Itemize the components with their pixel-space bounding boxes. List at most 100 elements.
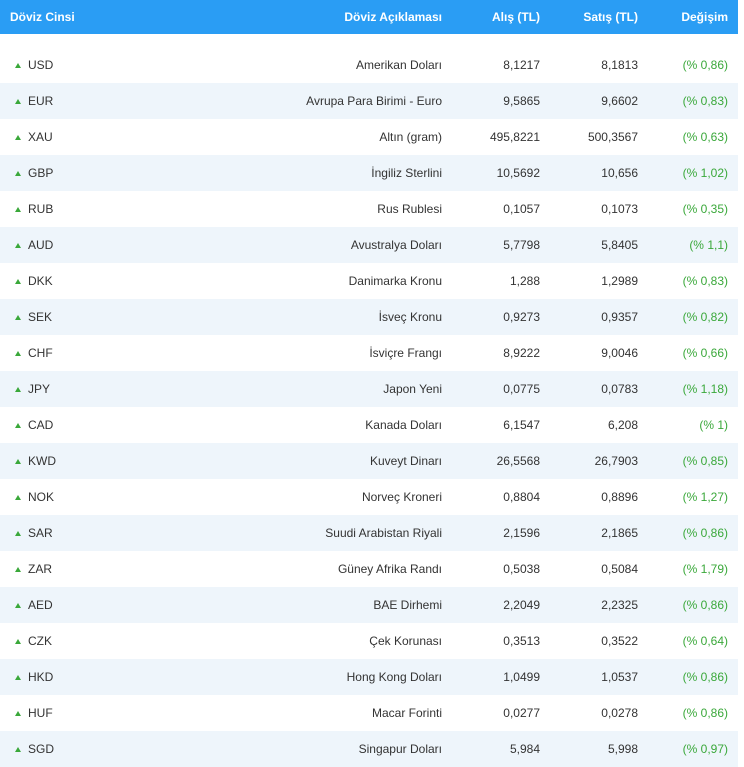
currency-code-cell: HUF (0, 706, 140, 720)
column-header-code[interactable]: Döviz Cinsi (0, 10, 140, 24)
table-row[interactable]: HKD Hong Kong Doları 1,0499 1,0537 (% 0,86) (0, 659, 738, 695)
column-header-change[interactable]: Değişim (638, 10, 728, 24)
up-arrow-icon (15, 62, 21, 68)
column-header-buy[interactable]: Alış (TL) (442, 10, 540, 24)
currency-description: Hong Kong Doları (346, 670, 442, 684)
table-row[interactable]: DKK Danimarka Kronu 1,288 1,2989 (% 0,83) (0, 263, 738, 299)
currency-code: USD (28, 58, 54, 72)
currency-code: DKK (28, 274, 53, 288)
table-row[interactable]: EUR Avrupa Para Birimi - Euro 9,5865 9,6602… (0, 83, 738, 119)
buy-price: 0,3513 (503, 634, 540, 648)
buy-price: 10,5692 (496, 166, 540, 180)
table-row[interactable]: HUF Macar Forinti 0,0277 0,0278 (% 0,86) (0, 695, 738, 731)
up-arrow-icon (15, 530, 21, 536)
currency-description: Japon Yeni (383, 382, 442, 396)
sell-price: 9,6602 (601, 94, 638, 108)
currency-code-cell: USD (0, 58, 140, 72)
table-row[interactable]: KWD Kuveyt Dinarı 26,5568 26,7903 (% 0,85) (0, 443, 738, 479)
buy-price: 26,5568 (496, 454, 540, 468)
buy-price: 0,1057 (503, 202, 540, 216)
currency-description: Singapur Doları (358, 742, 442, 756)
currency-description: İngiliz Sterlini (371, 166, 442, 180)
buy-price: 0,9273 (503, 310, 540, 324)
sell-price: 0,1073 (601, 202, 638, 216)
currency-code: SAR (28, 526, 53, 540)
up-arrow-icon (15, 494, 21, 500)
sell-price: 5,8405 (601, 238, 638, 252)
currency-code: CZK (28, 634, 52, 648)
table-row[interactable]: SEK İsveç Kronu 0,9273 0,9357 (% 0,82) (0, 299, 738, 335)
currency-description: Avrupa Para Birimi - Euro (306, 94, 442, 108)
currency-code: SGD (28, 742, 55, 756)
buy-price: 0,5038 (503, 562, 540, 576)
currency-code: NOK (28, 490, 55, 504)
up-arrow-icon (15, 674, 21, 680)
currency-code-cell: EUR (0, 94, 140, 108)
table-row[interactable]: CZK Çek Korunası 0,3513 0,3522 (% 0,64) (0, 623, 738, 659)
column-header-sell[interactable]: Satış (TL) (540, 10, 638, 24)
currency-code-cell: NOK (0, 490, 140, 504)
header-spacer (0, 34, 738, 47)
currency-description: Kanada Doları (365, 418, 442, 432)
buy-price: 9,5865 (503, 94, 540, 108)
buy-price: 1,0499 (503, 670, 540, 684)
currency-code: HUF (28, 706, 53, 720)
currency-code-cell: SGD (0, 742, 140, 756)
buy-price: 495,8221 (489, 130, 540, 144)
currency-description: Norveç Kroneri (361, 490, 442, 504)
up-arrow-icon (15, 566, 21, 572)
table-row[interactable]: NOK Norveç Kroneri 0,8804 0,8896 (% 1,27) (0, 479, 738, 515)
change-percent: (% 0,86) (682, 670, 728, 684)
table-row[interactable]: SAR Suudi Arabistan Riyali 2,1596 2,1865 (% … (0, 515, 738, 551)
currency-code: JPY (28, 382, 51, 396)
table-row[interactable]: CHF İsviçre Frangı 8,9222 9,0046 (% 0,66) (0, 335, 738, 371)
table-row[interactable]: CAD Kanada Doları 6,1547 6,208 (% 1) (0, 407, 738, 443)
table-row[interactable]: XAU Altın (gram) 495,8221 500,3567 (% 0,63) (0, 119, 738, 155)
sell-price: 2,2325 (601, 598, 638, 612)
buy-price: 8,1217 (503, 58, 540, 72)
up-arrow-icon (15, 422, 21, 428)
table-row[interactable]: RUB Rus Rublesi 0,1057 0,1073 (% 0,35) (0, 191, 738, 227)
up-arrow-icon (15, 170, 21, 176)
table-header: Döviz Cinsi Döviz Açıklaması Alış (TL) S… (0, 0, 738, 34)
change-percent: (% 0,86) (682, 526, 728, 540)
table-row[interactable]: AED BAE Dirhemi 2,2049 2,2325 (% 0,86) (0, 587, 738, 623)
currency-description: Güney Afrika Randı (337, 562, 442, 576)
up-arrow-icon (15, 278, 21, 284)
change-percent: (% 0,82) (682, 310, 728, 324)
change-percent: (% 0,97) (682, 742, 728, 756)
currency-code: AED (28, 598, 53, 612)
table-row[interactable]: AUD Avustralya Doları 5,7798 5,8405 (% 1,1) (0, 227, 738, 263)
up-arrow-icon (15, 350, 21, 356)
currency-code: XAU (28, 130, 53, 144)
column-header-description[interactable]: Döviz Açıklaması (140, 10, 442, 24)
change-percent: (% 0,63) (682, 130, 728, 144)
table-row[interactable]: ZAR Güney Afrika Randı 0,5038 0,5084 (% 1,79… (0, 551, 738, 587)
sell-price: 0,9357 (601, 310, 638, 324)
currency-description: Amerikan Doları (355, 58, 442, 72)
sell-price: 0,3522 (601, 634, 638, 648)
currency-code: KWD (28, 454, 56, 468)
currency-description: Macar Forinti (371, 706, 442, 720)
sell-price: 26,7903 (594, 454, 638, 468)
up-arrow-icon (15, 386, 21, 392)
sell-price: 6,208 (607, 418, 638, 432)
sell-price: 0,8896 (601, 490, 638, 504)
currency-code-cell: KWD (0, 454, 140, 468)
currency-code: AUD (28, 238, 54, 252)
buy-price: 0,8804 (503, 490, 540, 504)
table-row[interactable]: GBP İngiliz Sterlini 10,5692 10,656 (% 1,02) (0, 155, 738, 191)
buy-price: 5,984 (509, 742, 540, 756)
buy-price: 1,288 (509, 274, 540, 288)
currency-code: SEK (28, 310, 53, 324)
sell-price: 8,1813 (601, 58, 638, 72)
change-percent: (% 0,64) (682, 634, 728, 648)
table-row[interactable]: SGD Singapur Doları 5,984 5,998 (% 0,97) (0, 731, 738, 767)
currency-code-cell: HKD (0, 670, 140, 684)
currency-description: Danimarka Kronu (348, 274, 442, 288)
currency-table: Döviz Cinsi Döviz Açıklaması Alış (TL) S… (0, 0, 738, 767)
table-row[interactable]: USD Amerikan Doları 8,1217 8,1813 (% 0,86) (0, 47, 738, 83)
currency-code: RUB (28, 202, 54, 216)
table-row[interactable]: JPY Japon Yeni 0,0775 0,0783 (% 1,18) (0, 371, 738, 407)
change-percent: (% 1,27) (682, 490, 728, 504)
